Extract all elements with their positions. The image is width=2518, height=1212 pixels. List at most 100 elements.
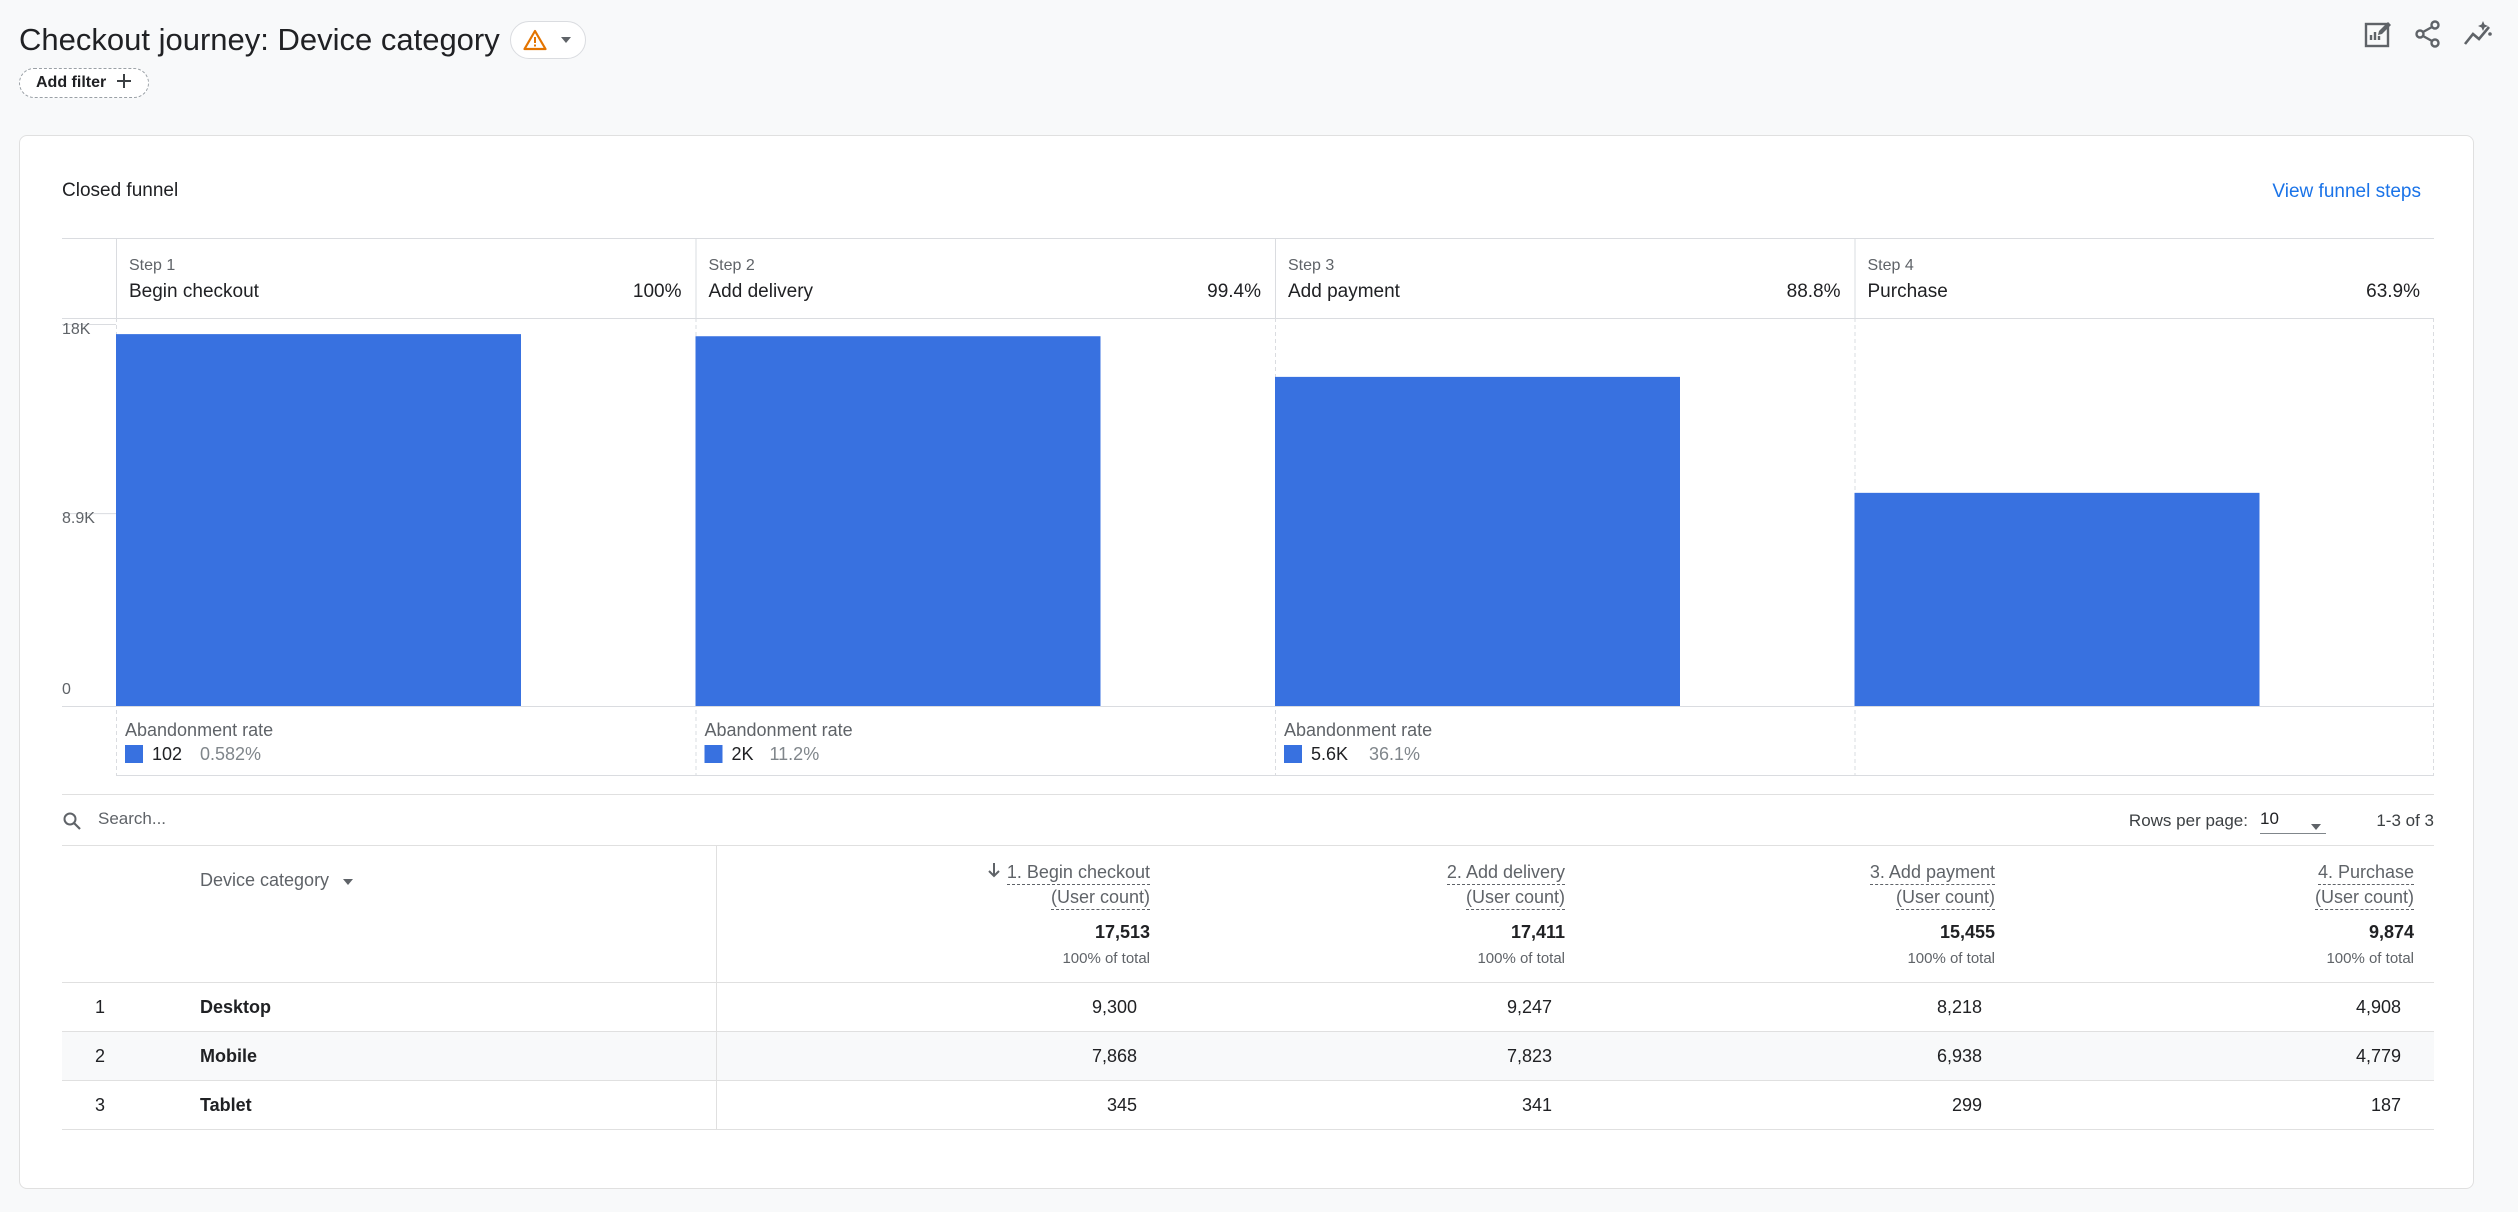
row-value: 4,779	[2015, 1031, 2434, 1081]
row-index: 1	[62, 982, 200, 1032]
column-header-add-delivery[interactable]: 2. Add delivery (User count)	[1170, 846, 1585, 910]
insights-icon[interactable]	[2462, 18, 2494, 50]
step-percent: 63.9%	[2366, 281, 2420, 302]
column-header-name: 3. Add payment	[1869, 860, 1995, 885]
column-header-unit: (User count)	[1465, 885, 1565, 910]
pagination-text: 1-3 of 3	[2376, 811, 2434, 830]
dimension-header-label: Device category	[200, 870, 330, 890]
abandonment-count: 102	[152, 744, 182, 764]
total-value: 9,874	[2368, 922, 2414, 942]
abandonment-count: 5.6K	[1311, 744, 1348, 764]
totals-row: 17,513 100% of total 17,411 100% of total …	[62, 910, 2434, 983]
funnel-bar	[116, 334, 521, 706]
total-percent: 100% of total	[1477, 950, 1565, 967]
edit-report-icon[interactable]	[2362, 18, 2394, 50]
toolbar	[2362, 18, 2494, 50]
plus-icon	[116, 73, 132, 94]
step-name: Purchase	[1868, 281, 1948, 302]
data-table: Device category 1. Begin checkout (User …	[62, 846, 2434, 1130]
row-index: 3	[62, 1080, 200, 1130]
total-value: 17,513	[1094, 922, 1150, 942]
header-title-row: Checkout journey: Device category	[19, 18, 586, 62]
table-row[interactable]: 2 Mobile 7,868 7,823 6,938 4,779	[62, 1031, 2434, 1081]
totals-dimension-cell	[200, 910, 717, 983]
step-percent: 99.4%	[1207, 281, 1261, 302]
column-header-begin-checkout[interactable]: 1. Begin checkout (User count)	[716, 846, 1170, 910]
abandonment-swatch	[125, 745, 143, 763]
column-header-name: 1. Begin checkout	[1006, 860, 1150, 885]
page-title: Checkout journey: Device category	[19, 22, 500, 57]
row-dimension: Desktop	[200, 982, 717, 1032]
row-value: 345	[716, 1080, 1170, 1130]
card-title: Closed funnel	[62, 180, 179, 201]
total-value: 15,455	[1939, 922, 1995, 942]
table-row[interactable]: 1 Desktop 9,300 9,247 8,218 4,908	[62, 982, 2434, 1032]
abandonment-swatch	[704, 745, 723, 763]
column-header-add-payment[interactable]: 3. Add payment (User count)	[1585, 846, 2015, 910]
step-percent: 88.8%	[1787, 281, 1841, 302]
rows-per-page-select[interactable]: 10	[2260, 804, 2326, 834]
y-tick-label: 0	[62, 681, 71, 698]
funnel-bar	[1854, 492, 2260, 706]
step-label: Step 1	[129, 257, 175, 274]
abandonment-swatch	[1284, 745, 1302, 763]
total-cell: 15,455 100% of total	[1585, 910, 2015, 983]
y-tick-label: 8.9K	[62, 510, 95, 527]
table-row[interactable]: 3 Tablet 345 341 299 187	[62, 1080, 2434, 1130]
row-dimension: Tablet	[200, 1080, 717, 1130]
row-index: 2	[62, 1031, 200, 1081]
step-percent: 100%	[633, 281, 682, 302]
abandonment-count: 2K	[732, 744, 754, 764]
sort-arrow-down-icon	[987, 862, 1001, 882]
row-value: 187	[2015, 1080, 2434, 1130]
totals-index-cell	[62, 910, 200, 983]
total-percent: 100% of total	[1062, 950, 1150, 967]
search-icon	[62, 811, 82, 836]
funnel-chart: 18K 8.9K 0 Step 1 Begin checkout 100% Abandonm…	[62, 238, 2434, 776]
step-label: Step 4	[1868, 257, 1914, 274]
warning-icon	[523, 29, 547, 51]
chevron-down-icon	[559, 35, 573, 45]
column-header-unit: (User count)	[2314, 885, 2414, 910]
total-cell: 17,411 100% of total	[1170, 910, 1585, 983]
share-icon[interactable]	[2412, 18, 2444, 50]
step-name: Add delivery	[709, 281, 814, 302]
abandonment-label: Abandonment rate	[1284, 720, 1432, 740]
row-value: 299	[1585, 1080, 2015, 1130]
row-value: 341	[1170, 1080, 1585, 1130]
abandonment-rate: 11.2%	[770, 744, 820, 764]
row-value: 9,247	[1170, 982, 1585, 1032]
total-cell: 17,513 100% of total	[716, 910, 1170, 983]
total-percent: 100% of total	[2326, 950, 2414, 967]
rows-per-page-value: 10	[2260, 809, 2279, 828]
funnel-bar	[695, 336, 1101, 706]
abandonment-rate: 0.582%	[200, 744, 261, 764]
view-funnel-steps-link[interactable]: View funnel steps	[2272, 181, 2421, 203]
funnel-bar	[1275, 376, 1680, 706]
row-value: 7,823	[1170, 1031, 1585, 1081]
y-tick-label: 18K	[62, 321, 91, 338]
search-input[interactable]	[96, 808, 600, 830]
row-value: 6,938	[1585, 1031, 2015, 1081]
add-filter-label: Add filter	[36, 74, 107, 91]
row-value: 7,868	[716, 1031, 1170, 1081]
row-value: 4,908	[2015, 982, 2434, 1032]
column-header-purchase[interactable]: 4. Purchase (User count)	[2015, 846, 2434, 910]
column-header-name: 4. Purchase	[2317, 860, 2414, 885]
rows-per-page-label: Rows per page:	[2128, 811, 2248, 830]
column-header-name: 2. Add delivery	[1446, 860, 1565, 885]
total-cell: 9,874 100% of total	[2015, 910, 2434, 983]
row-value: 8,218	[1585, 982, 2015, 1032]
warning-chip[interactable]	[509, 21, 586, 59]
abandonment-rate: 36.1%	[1369, 744, 1420, 764]
column-header-unit: (User count)	[1895, 885, 1995, 910]
abandonment-label: Abandonment rate	[705, 720, 853, 740]
dimension-header[interactable]: Device category	[200, 846, 717, 910]
add-filter-button[interactable]: Add filter	[19, 68, 150, 98]
funnel-card: Closed funnel View funnel steps 18K 8.9K 0…	[19, 135, 2474, 1189]
step-name: Begin checkout	[129, 281, 260, 302]
total-value: 17,411	[1510, 922, 1565, 942]
total-percent: 100% of total	[1907, 950, 1995, 967]
caret-down-icon	[342, 870, 354, 890]
chevron-down-icon	[2310, 816, 2322, 836]
